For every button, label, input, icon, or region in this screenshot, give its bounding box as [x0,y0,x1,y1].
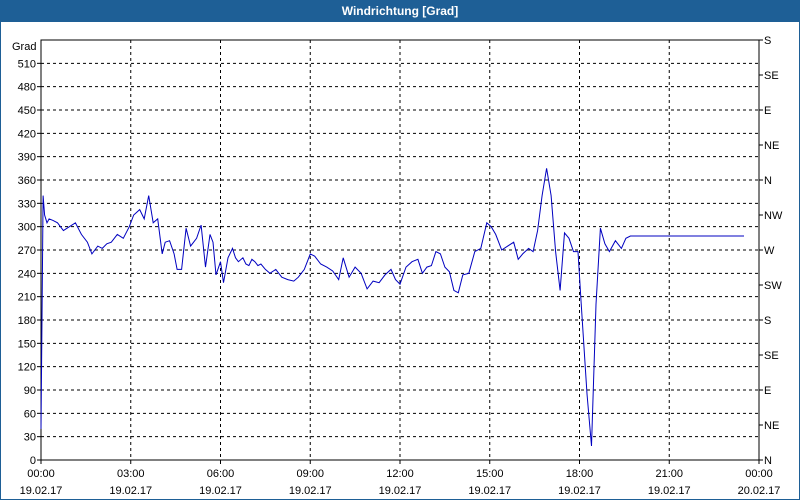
y-axis-ticks: 0 30 60 90 120 150 180 210 240 270 300 330 360 390 420… [18,58,41,467]
x-tick-date-label: 19.02.17 [648,485,691,497]
y2-tick-label: E [764,105,771,117]
y-tick-label: 390 [18,152,36,164]
y-tick-label: 60 [24,408,36,420]
x-tick-date-label: 19.02.17 [199,485,242,497]
y-tick-label: 480 [18,82,36,94]
y2-tick-label: NW [764,210,783,222]
y2-tick-label: W [764,245,775,257]
y2-tick-label: S [764,315,771,327]
y2-tick-label: S [764,35,771,47]
y-tick-label: 30 [24,432,36,444]
y-tick-label: 420 [18,128,36,140]
x-tick-time-label: 03:00 [117,468,145,480]
y2-axis-ticks: N NE E SE S SW W NW N NE E SE S [759,35,783,467]
wind-direction-chart: 0 30 60 90 120 150 180 210 240 270 300 330 360 390 420… [12,35,783,497]
y2-tick-label: E [764,385,771,397]
y-tick-label: 120 [18,362,36,374]
y-tick-label: 150 [18,338,36,350]
x-tick-time-label: 15:00 [476,468,504,480]
x-tick-date-label: 20.02.17 [738,485,781,497]
y2-tick-label: SE [764,70,779,82]
y-tick-label: 300 [18,222,36,234]
y-axis-label: Grad [12,41,36,53]
y2-tick-label: NE [764,420,779,432]
x-axis-ticks: 00:00 19.02.17 03:00 19.02.17 06:00 19.02.17 0… [20,460,781,497]
y-tick-label: 450 [18,105,36,117]
y-tick-label: 210 [18,292,36,304]
x-tick-date-label: 19.02.17 [109,485,152,497]
x-tick-time-label: 12:00 [386,468,414,480]
grid-lines [41,40,759,460]
x-tick-time-label: 09:00 [296,468,324,480]
y-tick-label: 510 [18,58,36,70]
y2-tick-label: N [764,175,772,187]
series-line-wind-direction [40,168,744,447]
y2-tick-label: NE [764,140,779,152]
x-tick-date-label: 19.02.17 [558,485,601,497]
y2-tick-label: SE [764,350,779,362]
x-tick-time-label: 06:00 [207,468,235,480]
y-tick-label: 330 [18,198,36,210]
y2-tick-label: N [764,455,772,467]
x-tick-date-label: 19.02.17 [289,485,332,497]
y-tick-label: 90 [24,385,36,397]
x-tick-time-label: 21:00 [655,468,683,480]
y-tick-label: 360 [18,175,36,187]
y-tick-label: 270 [18,245,36,257]
y-tick-label: 240 [18,268,36,280]
x-tick-date-label: 19.02.17 [379,485,422,497]
x-tick-time-label: 18:00 [566,468,594,480]
y-tick-label: 0 [30,455,36,467]
x-tick-time-label: 00:00 [27,468,55,480]
x-tick-date-label: 19.02.17 [20,485,63,497]
x-tick-time-label: 00:00 [745,468,773,480]
x-tick-date-label: 19.02.17 [468,485,511,497]
y2-tick-label: SW [764,280,782,292]
y-tick-label: 180 [18,315,36,327]
